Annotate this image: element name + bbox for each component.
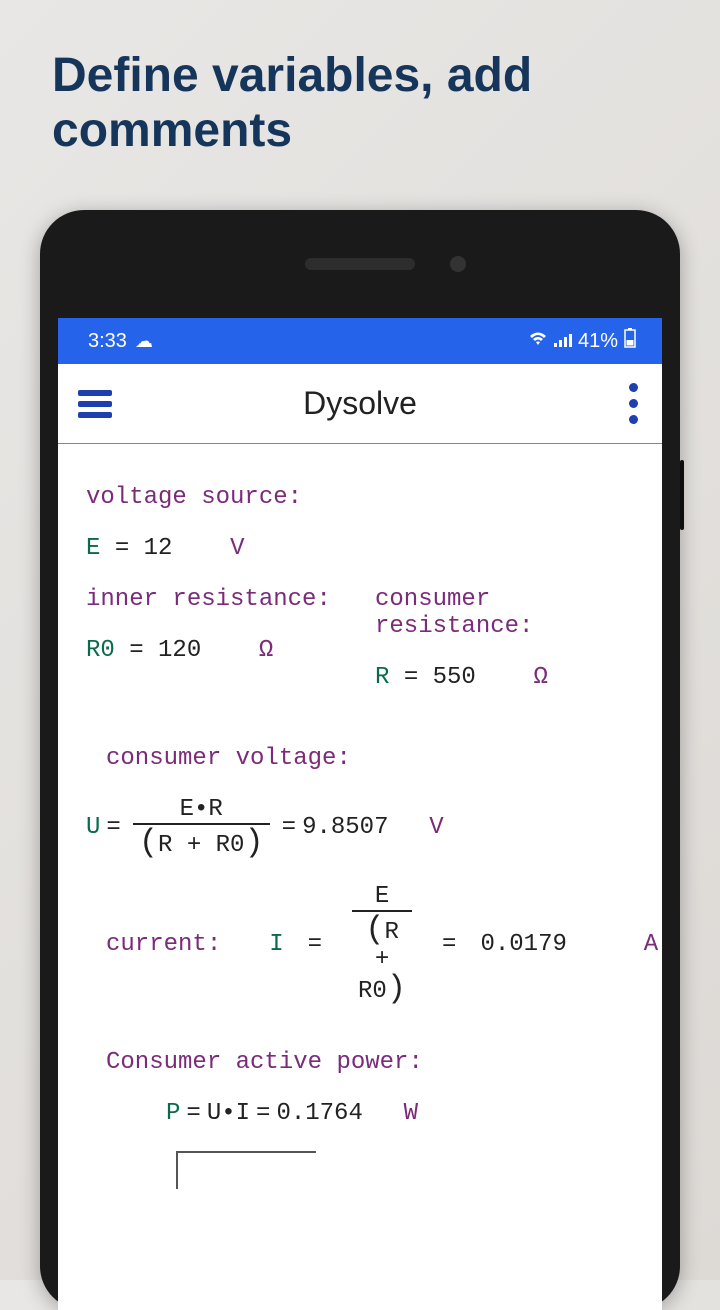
eq-E: E = 12 V: [86, 535, 634, 562]
calc-content[interactable]: voltage source: E = 12 V inner resistanc…: [58, 444, 662, 1310]
earpiece: [305, 258, 415, 270]
app-bar: Dysolve: [58, 364, 662, 444]
signal-icon: [554, 330, 572, 353]
val-U: 9.8507: [302, 814, 388, 841]
hamburger-icon: [78, 390, 112, 396]
phone-frame: 3:33 ☁ 41% Dysolve: [40, 210, 680, 1310]
val-I: 0.0179: [480, 931, 566, 958]
comment-consumer-res: consumer resistance:: [375, 586, 634, 640]
screen: 3:33 ☁ 41% Dysolve: [58, 318, 662, 1310]
eq-R0: R0 = 120 Ω: [86, 637, 345, 664]
val-P: 0.1764: [276, 1100, 362, 1127]
comment-inner-res: inner resistance:: [86, 586, 345, 613]
var-R0: R0: [86, 637, 115, 664]
comment-consumer-voltage: consumer voltage:: [106, 745, 634, 772]
sqrt-vbar: [176, 1153, 634, 1189]
val-R: 550: [433, 664, 476, 691]
promo-title: Define variables, add comments: [52, 48, 668, 158]
var-I: I: [269, 931, 283, 958]
battery-text: 41%: [578, 330, 618, 353]
status-bar: 3:33 ☁ 41%: [58, 318, 662, 364]
frac-I: E (R + R0): [352, 883, 412, 1005]
eq-U: U = E•R (R + R0) = 9.8507 V: [86, 796, 634, 859]
expr-UI: U•I: [207, 1100, 250, 1127]
eq-R: R = 550 Ω: [375, 664, 634, 691]
wifi-icon: [528, 330, 548, 353]
var-E: E: [86, 535, 100, 562]
unit-V: V: [230, 535, 244, 562]
unit-W: W: [404, 1100, 418, 1127]
status-time: 3:33: [88, 330, 127, 353]
unit-ohm: Ω: [259, 637, 273, 664]
row-current: current: I = E (R + R0) = 0.0179 A: [86, 883, 634, 1005]
dots-vertical-icon: [629, 383, 638, 392]
var-R: R: [375, 664, 389, 691]
val-R0: 120: [158, 637, 201, 664]
frac-U: E•R (R + R0): [133, 796, 270, 859]
eq-P: P = U•I = 0.1764 W: [166, 1100, 634, 1127]
menu-button[interactable]: [78, 384, 118, 424]
var-P: P: [166, 1100, 180, 1127]
battery-icon: [624, 328, 636, 354]
front-camera: [450, 256, 466, 272]
comment-consumer-power: Consumer active power:: [106, 1049, 634, 1076]
var-U: U: [86, 814, 100, 841]
more-button[interactable]: [625, 379, 642, 428]
comment-voltage-source: voltage source:: [86, 484, 634, 511]
cloud-icon: ☁: [135, 331, 153, 352]
comment-current: current:: [106, 931, 221, 958]
phone-side-button: [680, 460, 684, 530]
app-title: Dysolve: [303, 385, 417, 422]
val-E: 12: [144, 535, 173, 562]
unit-A: A: [644, 931, 658, 958]
